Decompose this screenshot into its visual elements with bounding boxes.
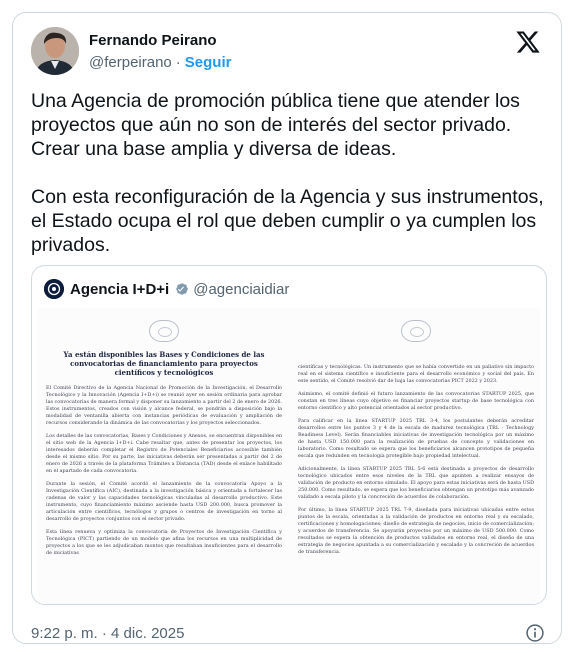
tweet-paragraph: Con esta reconfiguración de la Agencia y… [31, 186, 544, 256]
author-info: Fernando Peirano @ferpeirano · Seguir [89, 31, 231, 73]
document-title: Ya están disponibles las Bases y Condici… [63, 350, 265, 377]
quoted-tweet-header: Agencia I+D+i @agenciaidiar [44, 278, 289, 300]
document-paragraph: Por último, la línea STARTUP 2025 TRL 7-… [298, 507, 534, 555]
author-handle-row: @ferpeirano · Seguir [89, 53, 231, 73]
tweet-timestamp[interactable]: 9:22 p. m. · 4 dic. 2025 [31, 625, 184, 642]
x-logo-icon[interactable] [515, 29, 541, 55]
document-paragraph: científicas y tecnológicas. Un instrumen… [298, 364, 534, 384]
quoted-author-handle[interactable]: @agenciaidiar [193, 281, 289, 298]
quoted-document-image[interactable]: Ya están disponibles las Bases y Condici… [38, 308, 540, 604]
document-seal-icon [149, 320, 179, 342]
document-paragraph: Durante la sesión, el Comité acordó el l… [46, 481, 282, 522]
separator-dot: · [101, 625, 107, 642]
quoted-author-avatar[interactable] [44, 279, 64, 299]
author-handle[interactable]: @ferpeirano [89, 54, 172, 71]
document-column-left: Ya están disponibles las Bases y Condici… [46, 308, 282, 563]
tweet-date: 4 dic. 2025 [111, 625, 185, 642]
tweet-time: 9:22 p. m. [31, 625, 98, 642]
document-column-right: científicas y tecnológicas. Un instrumen… [298, 308, 534, 562]
quoted-tweet[interactable]: Agencia I+D+i @agenciaidiar Ya están dis… [31, 265, 547, 605]
author-name[interactable]: Fernando Peirano [89, 31, 231, 51]
tweet-card: Fernando Peirano @ferpeirano · Seguir Una … [12, 12, 562, 644]
document-paragraph: Para calificar en la línea STARTUP 2025 … [298, 418, 534, 459]
quoted-author-name[interactable]: Agencia I+D+i [70, 281, 169, 298]
agency-logo-icon [44, 279, 64, 299]
document-seal-icon [401, 320, 431, 342]
document-paragraph: El Comité Directivo de la Agencia Nacion… [46, 385, 282, 426]
verified-badge-icon [176, 283, 189, 295]
separator-dot: · [175, 54, 181, 71]
document-paragraph: Los detalles de las convocatorias, Bases… [46, 433, 282, 474]
document-paragraph: Adicionalmente, la línea STARTUP 2025 TR… [298, 466, 534, 500]
author-avatar[interactable] [31, 27, 79, 75]
tweet-paragraph: Una Agencia de promoción pública tiene q… [31, 90, 520, 160]
tweet-text: Una Agencia de promoción pública tiene q… [31, 89, 549, 281]
document-paragraph: Asimismo, el comité definió el futuro la… [298, 391, 534, 411]
tweet-header: Fernando Peirano @ferpeirano · Seguir [31, 27, 547, 77]
follow-button[interactable]: Seguir [185, 54, 232, 71]
document-paragraph: Esta línea renueva y optimiza la convoca… [46, 529, 282, 556]
info-icon[interactable] [525, 623, 545, 643]
author-photo [31, 27, 79, 75]
